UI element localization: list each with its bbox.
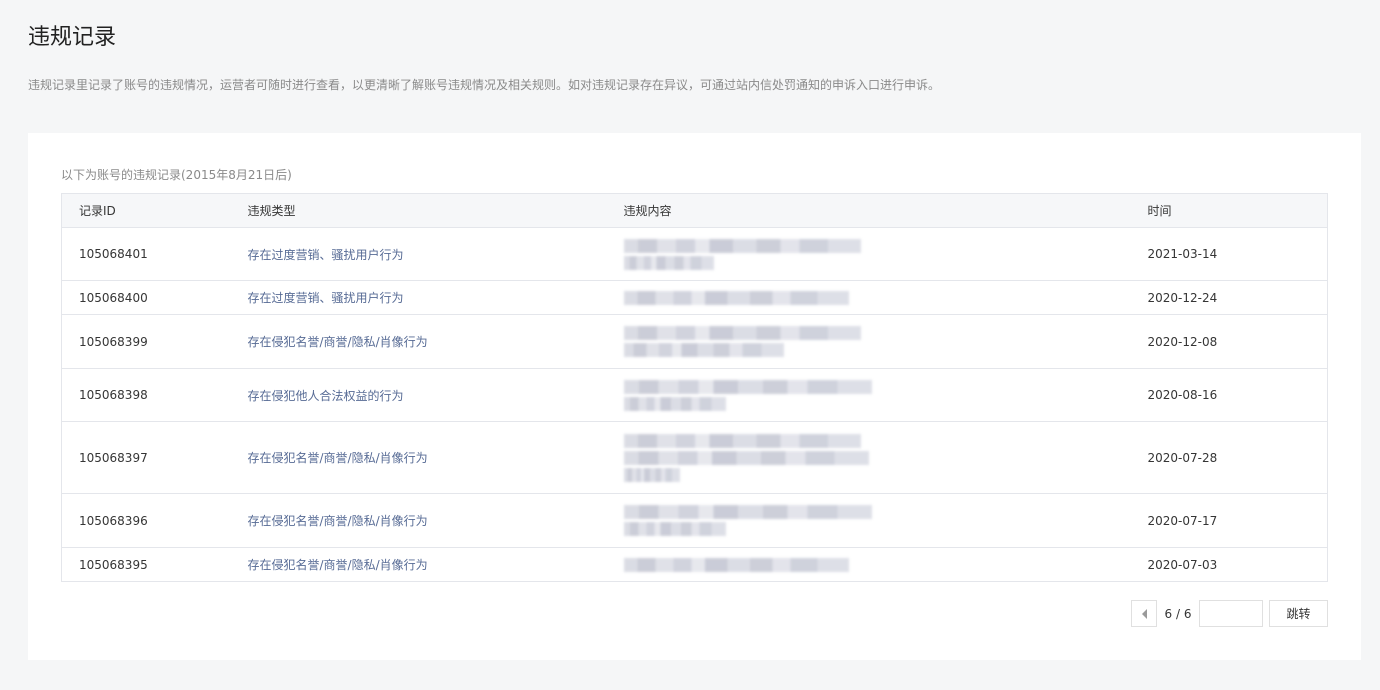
violation-type-link[interactable]: 存在侵犯名誉/商誉/隐私/肖像行为 [248, 558, 428, 572]
table-row: 105068396 存在侵犯名誉/商誉/隐私/肖像行为 2020-07-17 [61, 493, 1328, 548]
records-card: 以下为账号的违规记录(2015年8月21日后) 记录ID 违规类型 违规内容 时… [28, 133, 1361, 660]
column-header-id: 记录ID [61, 193, 248, 228]
violation-type-link[interactable]: 存在侵犯名誉/商誉/隐私/肖像行为 [248, 451, 428, 465]
column-header-content: 违规内容 [623, 193, 1148, 228]
record-date: 2020-07-28 [1147, 421, 1328, 494]
violation-type-link[interactable]: 存在侵犯他人合法权益的行为 [248, 389, 404, 403]
prev-page-button[interactable] [1131, 600, 1157, 627]
redacted-content [623, 368, 1148, 422]
records-subtitle: 以下为账号的违规记录(2015年8月21日后) [61, 168, 292, 182]
record-id: 105068397 [61, 421, 248, 494]
jump-button[interactable]: 跳转 [1269, 600, 1328, 627]
page-description: 违规记录里记录了账号的违规情况，运营者可随时进行查看，以更清晰了解账号违规情况及… [28, 78, 941, 92]
table-row: 105068397 存在侵犯名誉/商誉/隐私/肖像行为 2020-07-28 [61, 421, 1328, 494]
table-row: 105068399 存在侵犯名誉/商誉/隐私/肖像行为 2020-12-08 [61, 314, 1328, 369]
triangle-left-icon [1141, 608, 1147, 619]
pagination: 6 / 6 跳转 [1131, 600, 1328, 627]
record-id: 105068400 [61, 280, 248, 315]
column-header-time: 时间 [1147, 193, 1328, 228]
record-id: 105068396 [61, 493, 248, 548]
record-date: 2020-08-16 [1147, 368, 1328, 422]
column-header-type: 违规类型 [247, 193, 624, 228]
redacted-content [623, 493, 1148, 548]
table-header-row: 记录ID 违规类型 违规内容 时间 [61, 193, 1328, 228]
violation-type-link[interactable]: 存在侵犯名誉/商誉/隐私/肖像行为 [248, 335, 428, 349]
page-jump-input[interactable] [1199, 600, 1263, 627]
table-row: 105068398 存在侵犯他人合法权益的行为 2020-08-16 [61, 368, 1328, 422]
record-date: 2020-07-03 [1147, 547, 1328, 582]
table-row: 105068400 存在过度营销、骚扰用户行为 2020-12-24 [61, 280, 1328, 315]
record-date: 2020-12-08 [1147, 314, 1328, 369]
redacted-content [623, 421, 1148, 494]
redacted-content [623, 547, 1148, 582]
table-row: 105068395 存在侵犯名誉/商誉/隐私/肖像行为 2020-07-03 [61, 547, 1328, 582]
page-count: 6 / 6 [1164, 606, 1192, 621]
record-id: 105068399 [61, 314, 248, 369]
violation-type-link[interactable]: 存在过度营销、骚扰用户行为 [248, 248, 404, 262]
violation-type-link[interactable]: 存在侵犯名誉/商誉/隐私/肖像行为 [248, 514, 428, 528]
violation-type-link[interactable]: 存在过度营销、骚扰用户行为 [248, 291, 404, 305]
redacted-content [623, 227, 1148, 281]
record-id: 105068401 [61, 227, 248, 281]
record-date: 2020-07-17 [1147, 493, 1328, 548]
table-row: 105068401 存在过度营销、骚扰用户行为 2021-03-14 [61, 227, 1328, 281]
record-date: 2021-03-14 [1147, 227, 1328, 281]
violation-table: 记录ID 违规类型 违规内容 时间 105068401 存在过度营销、骚扰用户行… [61, 193, 1328, 582]
redacted-content [623, 314, 1148, 369]
record-date: 2020-12-24 [1147, 280, 1328, 315]
record-id: 105068398 [61, 368, 248, 422]
record-id: 105068395 [61, 547, 248, 582]
redacted-content [623, 280, 1148, 315]
page-title: 违规记录 [28, 25, 117, 50]
